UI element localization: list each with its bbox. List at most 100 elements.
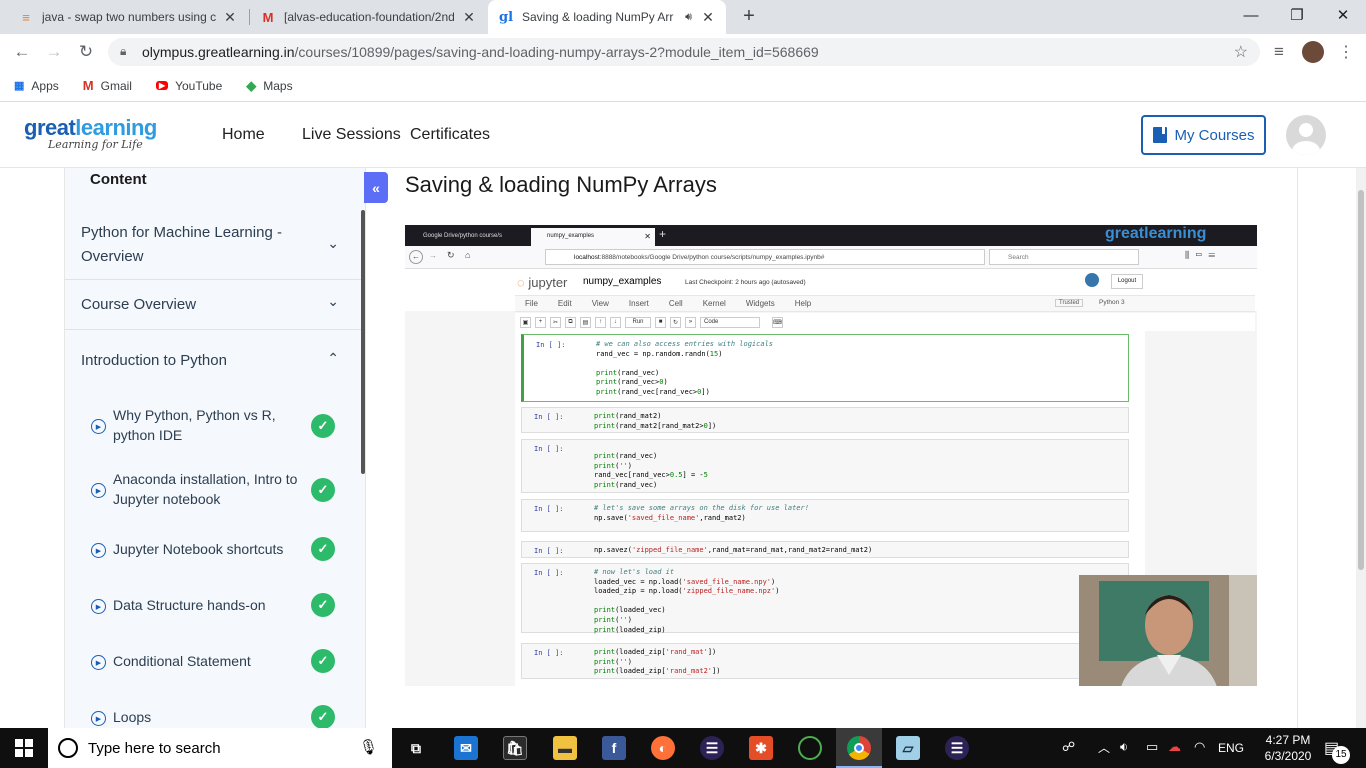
chevron-down-icon: ⌄ [327,293,339,309]
battery-icon[interactable]: ▭ [1146,739,1158,755]
cell-type-label: Code [704,319,719,325]
media-control-icon[interactable]: ≡ [1267,40,1291,64]
search-icon [58,738,78,758]
video-url-rest: :8888/notebooks/Google Drive/python cour… [599,254,825,261]
store-icon[interactable]: 🛍︎ [503,736,527,760]
eclipse-icon-2[interactable]: ☰ [945,736,969,760]
task-view-icon[interactable]: ⧉ [404,736,428,760]
bookmark-youtube[interactable]: ▶ YouTube [155,78,223,93]
section-title: Python for Machine Learning - Overview [81,224,282,265]
notebook-cell: In [ ]: print(rand_vec) print('') rand_v… [521,439,1129,493]
collapse-sidebar-button[interactable]: « [364,172,388,203]
mail-icon[interactable]: ✉ [454,736,478,760]
close-tab-icon[interactable]: ✕ [222,9,238,26]
bookmark-label: YouTube [175,78,223,93]
cell-prompt: In [ ]: [536,341,566,349]
lesson-title: Data Structure hands-on [113,597,266,613]
lesson-item[interactable]: ▶ Jupyter Notebook shortcuts ✓ [65,524,363,580]
new-tab-icon[interactable]: + [738,5,760,27]
reload-icon[interactable]: ↻ [74,40,98,64]
bookmark-label: Maps [263,78,293,93]
app-icon[interactable]: ✱ [749,736,773,760]
lesson-item[interactable]: ▶ Why Python, Python vs R, python IDE ✓ [65,397,363,455]
volume-icon[interactable]: 🔉︎ [1120,739,1128,755]
notepad-icon[interactable]: ▱ [896,736,920,760]
menu-kebab-icon[interactable]: ⋮ [1334,40,1358,64]
lesson-item[interactable]: ▶ Anaconda installation, Intro to Jupyte… [65,461,363,519]
taskbar-search-placeholder: Type here to search [88,739,221,757]
notification-count-badge: 15 [1332,746,1350,764]
address-bar[interactable]: 🔒︎ olympus.greatlearning.in/courses/1089… [108,38,1260,66]
file-explorer-icon[interactable]: ▬ [553,736,577,760]
sidebar-section-intro-python[interactable]: Introduction to Python ⌃ [65,330,363,390]
greatlearning-logo[interactable]: greatlearning Learning for Life [24,115,157,151]
windows-start-icon[interactable] [0,728,48,768]
back-icon: ← [409,250,423,264]
nav-live-sessions[interactable]: Live Sessions [302,126,401,144]
profile-avatar[interactable] [1302,41,1324,63]
sidebar-section-course-overview[interactable]: Course Overview ⌄ [65,280,363,330]
taskbar-search-box[interactable]: Type here to search 🎙︎ [48,728,392,768]
language-indicator[interactable]: ENG [1218,741,1244,755]
apps-grid-icon: ▦ [14,80,25,92]
sidebar-scrollbar[interactable] [361,210,365,474]
close-tab-icon[interactable]: ✕ [700,9,716,26]
firefox-icon[interactable]: ◐ [651,736,675,760]
browser-tab-gmail[interactable]: M [alvas-education-foundation/2nd ✕ [250,0,487,34]
facebook-icon[interactable]: f [602,736,626,760]
wifi-icon[interactable]: ◠ [1194,739,1205,755]
page-scrollbar[interactable] [1356,168,1366,728]
chrome-icon[interactable] [847,736,871,760]
clock[interactable]: 4:27 PM 6/3/2020 [1256,732,1320,764]
browser-tab-stackoverflow[interactable]: ≡ java - swap two numbers using c ✕ [8,0,248,34]
bookmark-maps[interactable]: ◆ Maps [246,78,292,94]
notebook-cell: In [ ]: print(loaded_zip['rand_mat']) pr… [521,643,1129,679]
chevron-up-icon[interactable]: ︿ [1098,739,1110,756]
bookmark-gmail[interactable]: M Gmail [83,78,132,93]
close-tab-icon[interactable]: ✕ [461,9,477,26]
browser-tab-active[interactable]: gl Saving & loading NumPy Arr 🔊︎ ✕ [488,0,726,34]
eclipse-icon[interactable]: ☰ [700,736,724,760]
bookmark-apps[interactable]: ▦ Apps [14,79,59,93]
cell-prompt: In [ ]: [534,413,564,421]
bookmark-star-icon[interactable]: ☆ [1234,42,1248,62]
close-window-icon[interactable]: ✕ [1320,0,1366,30]
system-tray: ☍ ︿ 🔉︎ ▭ ☁ ◠ ENG 4:27 PM 6/3/2020 ▤ 15 [1058,728,1366,768]
video-search-label: Search [1008,254,1029,261]
play-circle-icon: ▶ [91,419,106,434]
video-browser-tabs: Google Drive/python course/s numpy_examp… [405,225,1257,246]
jupyter-toolbar: ▣ + ✂ ⧉ ▤ ↑ ↓ Run ■ ↻ » Code ⌨ [515,313,1255,331]
network-icon[interactable]: ☁ [1168,739,1181,755]
copy-icon: ⧉ [565,316,576,328]
video-tab-2: numpy_examples ✕ [531,228,655,246]
app-circle-icon[interactable] [798,736,822,760]
book-icon [1153,127,1168,143]
minimize-icon[interactable]: — [1228,0,1274,30]
lesson-item[interactable]: ▶ Loops ✓ [65,692,363,728]
restore-icon[interactable]: ❐ [1274,0,1320,30]
video-watermark: greatlearning [1105,225,1207,242]
user-avatar[interactable] [1286,115,1326,155]
lesson-item[interactable]: ▶ Data Structure hands-on ✓ [65,580,363,636]
nav-certificates[interactable]: Certificates [410,126,490,144]
microphone-icon[interactable]: 🎙︎ [359,738,378,756]
nav-home[interactable]: Home [222,126,265,144]
forward-icon[interactable]: → [42,40,66,64]
jupyter-logo: ◌ jupyter [517,275,568,290]
menu-kernel: Kernel [702,299,726,308]
lesson-video[interactable]: Google Drive/python course/s numpy_examp… [405,225,1257,686]
people-icon[interactable]: ☍ [1062,739,1075,755]
cell-code: # now let's load it loaded_vec = np.load… [594,568,780,634]
page-scrollbar-thumb[interactable] [1358,190,1364,570]
lock-icon: 🔒︎ [120,44,127,58]
jupyter-notebook: In [ ]: # we can also access entries wit… [515,331,1145,686]
sidebar-section-ml-overview[interactable]: Python for Machine Learning - Overview ⌄ [65,210,363,280]
move-down-icon: ↓ [610,316,621,328]
speaker-icon[interactable]: 🔊︎ [685,11,692,24]
menu-widgets: Widgets [745,299,775,308]
video-tab-2-label: numpy_examples [547,233,595,239]
my-courses-button[interactable]: My Courses [1141,115,1266,155]
back-icon[interactable]: ← [10,40,34,64]
lesson-item[interactable]: ▶ Conditional Statement ✓ [65,636,363,692]
cell-type-select: Code [700,316,760,328]
